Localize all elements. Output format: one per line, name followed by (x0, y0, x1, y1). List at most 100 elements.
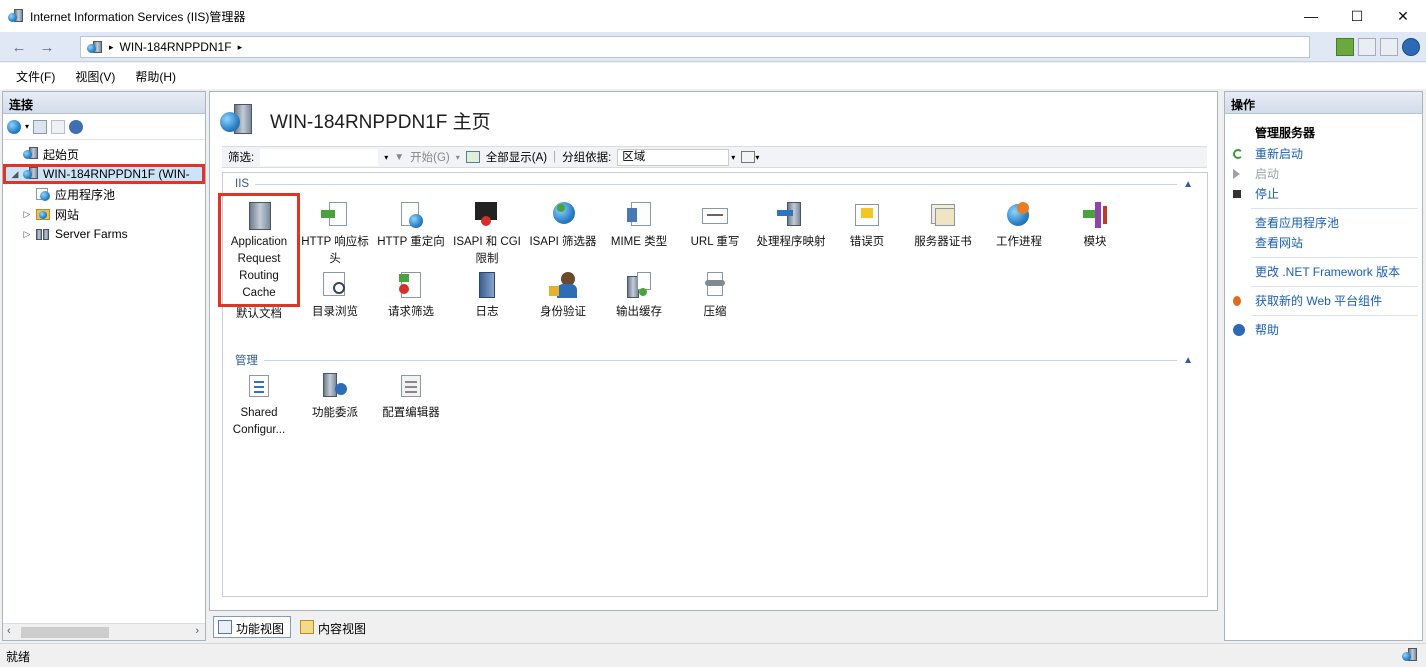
server-farm-icon (35, 227, 51, 241)
error-pages-icon (851, 200, 883, 232)
scroll-right-icon[interactable]: › (195, 625, 199, 637)
feature-default-document[interactable]: 默认文档 (221, 306, 297, 323)
feature-http-response-headers[interactable]: HTTP 响应标头 (297, 200, 373, 268)
minimize-button[interactable]: — (1288, 0, 1334, 32)
tab-content-view[interactable]: 内容视图 (295, 616, 373, 638)
feature-isapi-filters[interactable]: ISAPI 筛选器 (525, 200, 601, 251)
collapse-icon[interactable]: ▲ (1183, 179, 1193, 190)
action-change-net-framework[interactable]: 更改 .NET Framework 版本 (1225, 262, 1422, 282)
tree-item-sites[interactable]: ▷ 网站 (3, 204, 205, 224)
menu-file[interactable]: 文件(F) (16, 68, 55, 85)
maximize-button[interactable]: ☐ (1334, 0, 1380, 32)
feature-configuration-editor[interactable]: 配置编辑器 (373, 371, 449, 422)
group-header-management[interactable]: 管理 ▲ (235, 353, 1193, 368)
feature-mime-types[interactable]: MIME 类型 (601, 200, 677, 251)
group-name: IIS (235, 178, 250, 190)
menu-help[interactable]: 帮助(H) (135, 68, 176, 85)
tab-features-view[interactable]: 功能视图 (213, 616, 292, 638)
feature-output-caching[interactable]: 输出缓存 (601, 270, 677, 321)
feature-handler-mappings[interactable]: 处理程序映射 (753, 200, 829, 251)
feature-directory-browsing[interactable]: 目录浏览 (297, 270, 373, 321)
feature-http-redirect[interactable]: HTTP 重定向 (373, 200, 449, 251)
start-dropdown-icon[interactable]: ▾ (456, 153, 460, 162)
action-view-sites[interactable]: 查看网站 (1225, 233, 1422, 253)
funnel-icon[interactable]: ▼ (394, 152, 404, 163)
show-all-button[interactable]: 全部显示(A) (486, 149, 547, 165)
worker-processes-icon (1003, 200, 1035, 232)
view-mode-dropdown-icon[interactable]: ▾ (755, 153, 759, 162)
back-button[interactable]: ← (8, 36, 30, 58)
tree-item-start-page[interactable]: 起始页 (3, 144, 205, 164)
feature-server-certificates[interactable]: 服务器证书 (905, 200, 981, 251)
group-header-iis[interactable]: IIS ▲ (235, 177, 1193, 191)
tree-item-server-farms[interactable]: ▷ Server Farms (3, 224, 205, 244)
action-restart[interactable]: 重新启动 (1225, 144, 1422, 164)
filter-input[interactable] (260, 148, 379, 166)
filter-dropdown-icon[interactable]: ▾ (384, 153, 388, 162)
view-mode-icon[interactable] (741, 151, 756, 163)
action-get-web-platform-components[interactable]: 获取新的 Web 平台组件 (1225, 291, 1422, 311)
action-start: 启动 (1225, 164, 1422, 184)
feature-url-rewrite[interactable]: URL 重写 (677, 200, 753, 251)
action-help[interactable]: 帮助 (1225, 320, 1422, 340)
up-level-icon[interactable] (51, 119, 66, 134)
collapse-arrow-icon[interactable]: ◢ (9, 169, 21, 180)
connect-icon[interactable] (7, 119, 21, 134)
group-by-dropdown-icon[interactable]: ▾ (731, 153, 735, 162)
http-redirect-icon (395, 200, 427, 232)
feature-default-document[interactable] (221, 275, 297, 309)
start-icon (1233, 169, 1240, 179)
filter-bar: 筛选: ▾ ▼ 开始(G) ▾ 全部显示(A) | 分组依据: 区域 ▾ ▾ (222, 146, 1207, 168)
feature-worker-processes[interactable]: 工作进程 (981, 200, 1057, 251)
expand-arrow-icon[interactable]: ▷ (21, 209, 33, 220)
scrollbar-thumb[interactable] (21, 627, 109, 638)
group-by-label: 分组依据: (562, 152, 612, 164)
feature-request-filtering[interactable]: 请求筛选 (373, 270, 449, 321)
feature-authentication[interactable]: 身份验证 (525, 270, 601, 321)
feature-shared-configuration[interactable]: Shared Configur... (221, 371, 297, 439)
close-button[interactable]: ✕ (1380, 0, 1426, 32)
breadcrumb-separator[interactable]: ▸ (238, 42, 243, 53)
forward-button[interactable]: → (36, 36, 58, 58)
expand-arrow-icon[interactable]: ▷ (21, 229, 33, 240)
group-by-select[interactable]: 区域 (617, 148, 730, 166)
tree-item-app-pools[interactable]: 应用程序池 (3, 184, 205, 204)
help-icon[interactable] (1402, 38, 1420, 56)
action-stop[interactable]: 停止 (1225, 184, 1422, 204)
menu-bar: 文件(F) 视图(V) 帮助(H) (0, 63, 1426, 89)
feature-delegation[interactable]: 功能委派 (297, 371, 373, 422)
stop-load-icon[interactable] (1358, 38, 1376, 56)
shared-configuration-icon (243, 371, 275, 403)
modules-icon (1079, 200, 1111, 232)
scroll-left-icon[interactable]: ‹ (7, 625, 11, 637)
start-filter-button[interactable]: 开始(G) (410, 149, 450, 165)
filter-label: 筛选: (228, 152, 255, 164)
breadcrumb-server[interactable]: WIN-184RNPPDN1F (120, 40, 232, 54)
arr-cache-icon (243, 200, 275, 232)
show-all-icon[interactable] (465, 151, 480, 163)
menu-view[interactable]: 视图(V) (75, 68, 115, 85)
tree-item-server[interactable]: ◢ WIN-184RNPPDN1F (WIN- (3, 164, 205, 184)
refresh-icon[interactable] (1336, 38, 1354, 56)
delete-connection-icon[interactable] (69, 119, 84, 134)
collapse-icon[interactable]: ▲ (1183, 355, 1193, 366)
horizontal-scrollbar[interactable]: ‹ › (3, 623, 205, 640)
home-icon[interactable] (1380, 38, 1398, 56)
mime-types-icon (623, 200, 655, 232)
action-view-app-pools[interactable]: 查看应用程序池 (1225, 213, 1422, 233)
feature-error-pages[interactable]: 错误页 (829, 200, 905, 251)
page-title: WIN-184RNPPDN1F 主页 (270, 111, 491, 133)
address-path[interactable]: ▸ WIN-184RNPPDN1F ▸ (80, 36, 1310, 58)
feature-modules[interactable]: 模块 (1057, 200, 1133, 251)
server-icon (23, 167, 39, 181)
tree-item-label: 应用程序池 (55, 187, 116, 202)
feature-logging[interactable]: 日志 (449, 270, 525, 321)
address-bar: ← → ▸ WIN-184RNPPDN1F ▸ (0, 32, 1426, 62)
dropdown-arrow-icon[interactable]: ▾ (25, 122, 29, 131)
authentication-icon (547, 270, 579, 302)
features-area: IIS ▲ Application Request Routing Cache … (218, 172, 1208, 597)
breadcrumb-separator: ▸ (109, 41, 114, 52)
feature-compression[interactable]: 压缩 (677, 270, 753, 321)
save-icon[interactable] (33, 119, 48, 134)
feature-isapi-cgi-restrictions[interactable]: ISAPI 和 CGI 限制 (449, 200, 525, 268)
